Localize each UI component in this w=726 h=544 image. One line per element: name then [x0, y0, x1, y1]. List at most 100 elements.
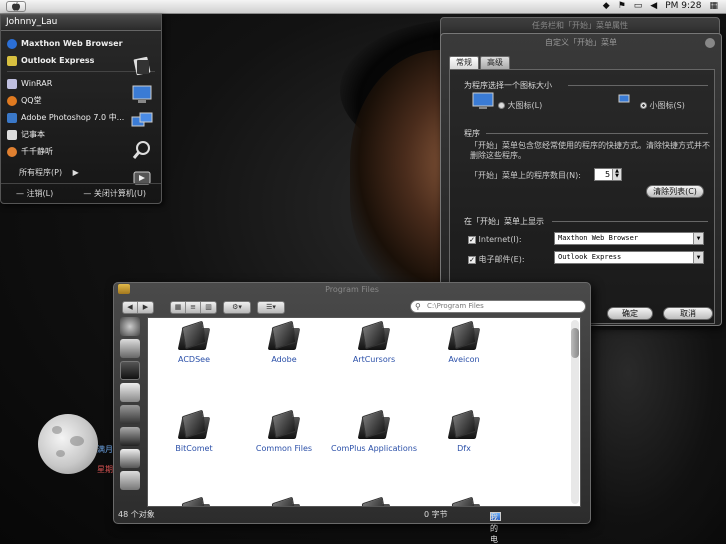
search-icon[interactable]: [131, 139, 153, 161]
flag-icon[interactable]: ⚑: [618, 1, 626, 11]
apple-menu-button[interactable]: [6, 1, 26, 12]
programs-description: 「开始」菜单包含您经常使用的程序的快捷方式。清除快捷方式并不删除这些程序。: [470, 141, 710, 160]
explorer-toolbar: ◀ ▶ ▦ ≡ ▥ ⚙▾ ☰▾ ⚲ C:\Program Files: [122, 299, 586, 315]
explorer-sidebar: [118, 317, 142, 507]
folder-icon: [177, 409, 211, 441]
view-buttons: ▦ ≡ ▥: [170, 300, 217, 314]
shutdown-button[interactable]: — 关闭计算机(U): [83, 188, 146, 199]
clear-list-button[interactable]: 清除列表(C): [646, 185, 704, 198]
item-count: 48 个对象: [118, 510, 155, 519]
start-item-maxthon[interactable]: Maxthon Web Browser: [1, 35, 161, 52]
folder-icon: [267, 409, 301, 441]
logoff-button[interactable]: — 注销(L): [16, 188, 53, 199]
gear-icon[interactable]: ⚙▾: [224, 302, 250, 313]
all-programs-button[interactable]: 所有程序(P) ▶: [19, 167, 79, 178]
home-icon[interactable]: [120, 405, 140, 424]
action-button[interactable]: ⚙▾: [223, 300, 251, 314]
forward-button[interactable]: ▶: [138, 302, 153, 313]
folder-icon: [357, 409, 391, 441]
divider: [486, 133, 708, 134]
globe-icon[interactable]: [120, 317, 140, 336]
clock[interactable]: PM 9:28: [665, 1, 701, 11]
back-button[interactable]: ◀: [123, 301, 138, 313]
large-icon-option[interactable]: 大图标(L): [498, 100, 542, 111]
internet-checkbox[interactable]: ✓: [468, 235, 476, 244]
moon-crater: [52, 426, 62, 434]
vertical-scrollbar[interactable]: [571, 320, 579, 504]
logoff-icon: —: [16, 189, 27, 198]
moon-weekday-label: 星期: [97, 465, 113, 474]
list-view-button[interactable]: ≡: [186, 301, 201, 313]
explorer-window: Program Files ◀ ▶ ▦ ≡ ▥ ⚙▾ ☰▾ ⚲ C:\Progr…: [113, 282, 591, 544]
show-on-start-group-label: 在「开始」菜单上显示: [464, 217, 544, 226]
menu-extra-icon[interactable]: ▦: [709, 1, 718, 11]
icon-size-group-label: 为程序选择一个图标大小: [464, 81, 552, 90]
volume-icon[interactable]: ◀: [650, 1, 657, 11]
scrollbar-thumb[interactable]: [571, 328, 579, 358]
program-count-stepper[interactable]: 5 ▲ ▼: [594, 168, 622, 181]
folder-item[interactable]: ComPlus Applications: [324, 409, 424, 453]
network-icon[interactable]: [131, 111, 153, 133]
programs-group-label: 程序: [464, 129, 480, 138]
tab-advanced[interactable]: 高级: [480, 56, 510, 69]
diamond-icon[interactable]: ◆: [603, 1, 610, 11]
moon-crater: [56, 450, 65, 457]
folder-item[interactable]: ArtCursors: [334, 320, 414, 364]
folder-icon: [267, 320, 301, 352]
winrar-icon: [7, 78, 17, 89]
email-select[interactable]: Outlook Express ▼: [554, 251, 704, 264]
spy-icon[interactable]: [120, 361, 140, 380]
column-view-button[interactable]: ▥: [201, 302, 216, 313]
large-icon-radio[interactable]: [498, 102, 505, 109]
x11-icon[interactable]: [120, 383, 140, 402]
menubar: ◆ ⚑ ▭ ◀ PM 9:28 ▦: [0, 0, 726, 14]
shutdown-icon: —: [83, 189, 94, 198]
stepper-arrows-icon[interactable]: ▲ ▼: [612, 169, 621, 180]
ok-button[interactable]: 确定: [607, 307, 653, 320]
tab-general[interactable]: 常规: [449, 56, 479, 69]
email-checkbox[interactable]: ✓: [468, 255, 476, 264]
search-icon: ⚲: [415, 302, 421, 311]
email-option[interactable]: ✓ 电子邮件(E):: [468, 254, 525, 265]
internet-select[interactable]: Maxthon Web Browser ▼: [554, 232, 704, 245]
status-bar: 48 个对象 0 字节 我的电脑: [114, 506, 590, 544]
maxthon-icon: [7, 38, 17, 49]
cancel-button[interactable]: 取消: [663, 307, 713, 320]
internet-option[interactable]: ✓ Internet(I):: [468, 235, 522, 244]
start-menu-username: Johnny_Lau: [1, 15, 161, 31]
folder-icon: [447, 320, 481, 352]
close-icon[interactable]: [705, 38, 715, 48]
arrange-button[interactable]: ☰▾: [257, 300, 285, 314]
chevron-down-icon[interactable]: ▼: [693, 233, 703, 244]
small-icon-option[interactable]: 小图标(S): [640, 100, 685, 111]
file-list: ACDSee Adobe ArtCursors Aveicon BitComet…: [147, 317, 581, 507]
icon-view-button[interactable]: ▦: [171, 301, 186, 313]
documents-icon[interactable]: [131, 55, 153, 77]
folder-icon: [447, 409, 481, 441]
display-icon[interactable]: ▭: [634, 1, 643, 11]
arrow-right-icon: ▶: [72, 168, 79, 177]
start-menu-footer: — 注销(L) — 关闭计算机(U): [1, 183, 161, 203]
media-icon[interactable]: [120, 427, 140, 446]
moon-phase-widget[interactable]: [38, 414, 98, 474]
window-title: 任务栏和「开始」菜单属性: [532, 21, 628, 30]
apple-icon: [12, 2, 20, 11]
computer-icon[interactable]: [131, 83, 153, 105]
nav-buttons: ◀ ▶: [122, 300, 154, 314]
folder-item[interactable]: Adobe: [244, 320, 324, 364]
start-menu: Johnny_Lau Maxthon Web Browser Outlook E…: [0, 14, 162, 204]
divider: [552, 221, 708, 222]
search-input[interactable]: ⚲ C:\Program Files: [410, 300, 586, 313]
folder-item[interactable]: Common Files: [244, 409, 324, 453]
folder-item[interactable]: Aveicon: [424, 320, 504, 364]
small-icon-radio[interactable]: [640, 102, 647, 109]
folder-item[interactable]: Dfx: [424, 409, 504, 453]
film-icon[interactable]: [120, 449, 140, 468]
chevron-down-icon[interactable]: ▼: [693, 252, 703, 263]
music-icon[interactable]: [120, 471, 140, 490]
folder-item[interactable]: BitComet: [154, 409, 234, 453]
x-app-icon[interactable]: [120, 339, 140, 358]
folder-item[interactable]: ACDSee: [154, 320, 234, 364]
arrange-icon[interactable]: ☰▾: [258, 302, 284, 313]
start-menu-shortcut-icons: [131, 55, 153, 189]
